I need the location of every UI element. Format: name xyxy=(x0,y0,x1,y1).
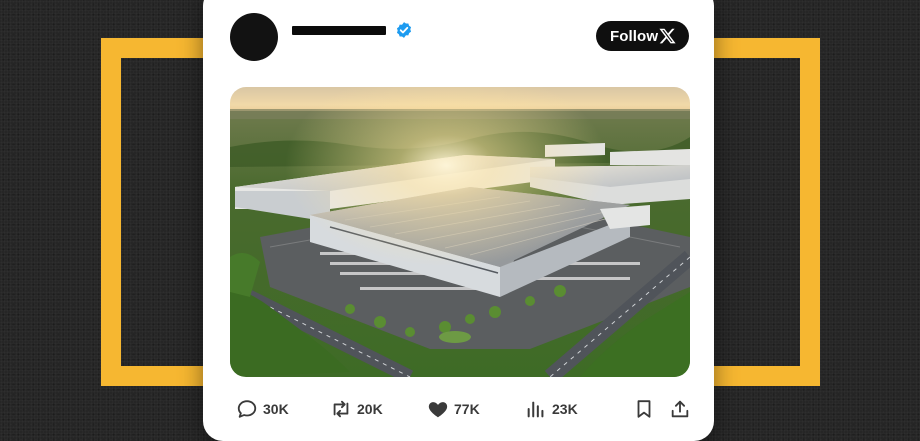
redacted-username[interactable] xyxy=(292,26,386,35)
follow-label: Follow xyxy=(610,27,659,45)
reply-count: 30K xyxy=(263,401,289,417)
views-count: 23K xyxy=(552,401,578,417)
repost-button[interactable]: 20K xyxy=(330,396,383,422)
like-count: 77K xyxy=(454,401,480,417)
share-button[interactable] xyxy=(669,396,691,422)
views-icon xyxy=(527,401,544,418)
tweet-media-image[interactable] xyxy=(230,87,690,377)
repost-count: 20K xyxy=(357,401,383,417)
avatar[interactable] xyxy=(230,13,278,61)
bookmark-icon xyxy=(637,400,651,418)
tweet-actions-bar: 30K 20K 77K 23K xyxy=(203,392,714,426)
bookmark-button[interactable] xyxy=(633,396,655,422)
heart-icon xyxy=(428,402,448,418)
repost-icon xyxy=(333,400,349,418)
views-button[interactable]: 23K xyxy=(525,396,578,422)
reply-icon xyxy=(237,400,257,418)
reply-button[interactable]: 30K xyxy=(236,396,289,422)
share-icon xyxy=(671,400,689,418)
follow-button[interactable]: Follow xyxy=(596,21,689,51)
warehouse-aerial-photo xyxy=(230,87,690,377)
like-button[interactable]: 77K xyxy=(427,396,480,422)
tweet-card: Follow 30K 20K 77K 23K xyxy=(203,0,714,441)
verified-badge-icon xyxy=(396,22,412,38)
x-logo-icon xyxy=(659,28,676,44)
